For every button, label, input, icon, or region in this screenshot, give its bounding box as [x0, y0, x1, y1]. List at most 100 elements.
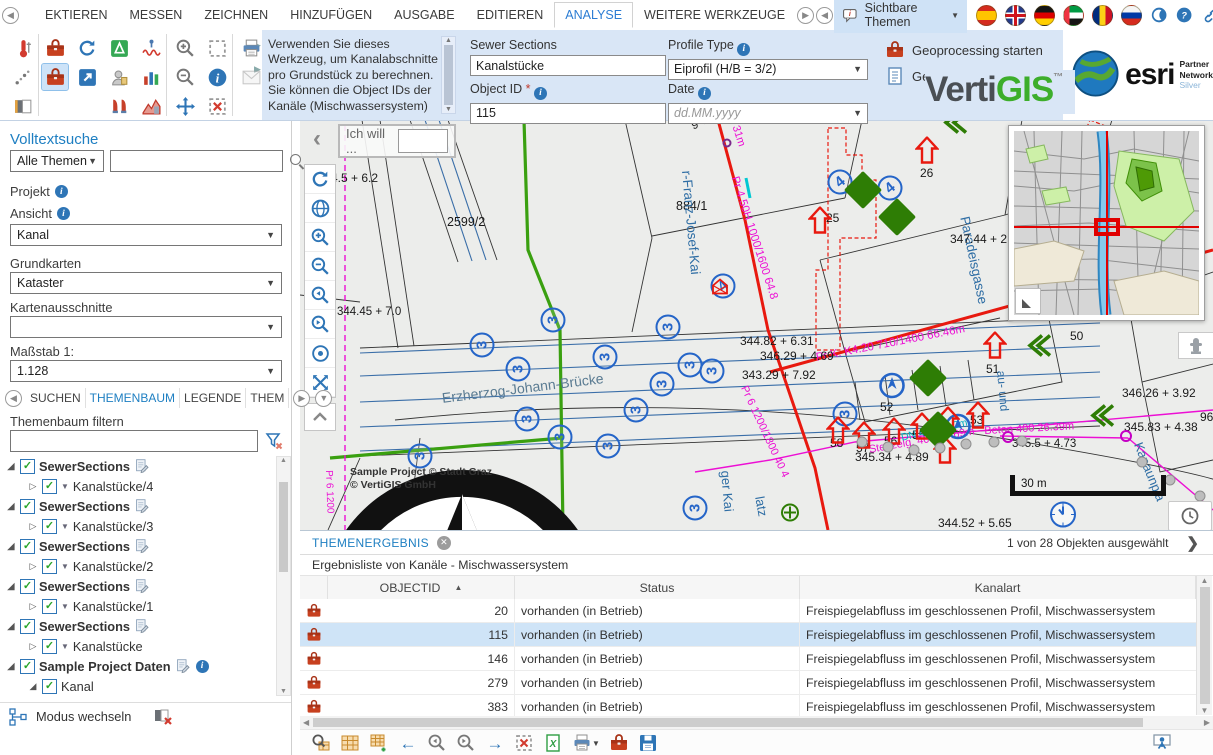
- table-row[interactable]: 20vorhanden (in Betrieb)Freispiegelabflu…: [300, 599, 1196, 623]
- map-viewport[interactable]: ‹ Ich will ...: [300, 120, 1213, 530]
- tree-item-kanal[interactable]: ◢✓Kanal: [2, 676, 274, 696]
- view-select[interactable]: Kanal▼: [10, 224, 282, 246]
- search-scope-select[interactable]: Alle Themen▼: [10, 150, 104, 172]
- menu-scroll-right-icon[interactable]: ▶: [797, 7, 814, 24]
- tree-item-kanalst-cke-3[interactable]: ▷✓▼Kanalstücke/3: [2, 516, 274, 536]
- presentation-button[interactable]: [1151, 732, 1173, 754]
- flag-ro-icon[interactable]: [1092, 5, 1113, 26]
- tool-share[interactable]: [74, 64, 100, 90]
- tab-suchen[interactable]: SUCHEN: [26, 388, 86, 408]
- collapsed-icon[interactable]: ▷: [28, 601, 38, 612]
- map-tool-mzprev[interactable]: [305, 281, 335, 310]
- menu-overflow-icon[interactable]: ◀: [816, 7, 833, 24]
- tool-info[interactable]: i: [204, 64, 230, 90]
- profile-type-select[interactable]: Eiprofil (H/B = 3/2)▼: [668, 59, 868, 80]
- tool-refresh[interactable]: [74, 35, 100, 61]
- hydrant-widget-button[interactable]: [1178, 332, 1213, 359]
- row-toolbox-icon[interactable]: [300, 599, 328, 622]
- sewer-sections-field[interactable]: [470, 55, 666, 76]
- result-tool-back[interactable]: ←: [397, 732, 419, 754]
- expanded-icon[interactable]: ◢: [6, 461, 16, 472]
- tool-person[interactable]: [106, 64, 132, 90]
- tool-toolbox-selected[interactable]: [42, 64, 68, 90]
- expanded-icon[interactable]: ◢: [6, 581, 16, 592]
- column-header-kanalart[interactable]: Kanalart: [800, 576, 1196, 599]
- info-icon[interactable]: i: [55, 185, 68, 198]
- checkbox-checked[interactable]: ✓: [42, 519, 57, 534]
- table-row[interactable]: 115vorhanden (in Betrieb)Freispiegelabfl…: [300, 623, 1196, 647]
- flag-de-icon[interactable]: [1034, 5, 1055, 26]
- expanded-icon[interactable]: ◢: [6, 661, 16, 672]
- tree-item-sewersections[interactable]: ◢✓SewerSections: [2, 496, 274, 516]
- sewer-sections-input[interactable]: [476, 59, 660, 73]
- menu-scroll-left-icon[interactable]: ◀: [2, 7, 19, 24]
- expanded-icon[interactable]: ◢: [28, 681, 38, 692]
- checkbox-checked[interactable]: ✓: [42, 559, 57, 574]
- flag-gb-icon[interactable]: [1005, 5, 1026, 26]
- column-header-objectid[interactable]: OBJECTID▲: [328, 576, 515, 599]
- tab-legende[interactable]: LEGENDE: [180, 388, 246, 408]
- tool-zout[interactable]: [172, 64, 198, 90]
- tree-item-sewersections[interactable]: ◢✓SewerSections: [2, 536, 274, 556]
- column-header-status[interactable]: Status: [515, 576, 800, 599]
- flag-ae-icon[interactable]: [1063, 5, 1084, 26]
- expanded-icon[interactable]: ◢: [6, 541, 16, 552]
- map-tool-mznext[interactable]: [305, 310, 335, 339]
- results-vertical-scrollbar[interactable]: ▲▼: [1196, 576, 1212, 715]
- tool-mount[interactable]: [138, 93, 164, 119]
- info-icon[interactable]: i: [57, 207, 70, 220]
- map-toolbar-collapse-button[interactable]: [304, 403, 336, 431]
- map-tool-refresh[interactable]: [305, 165, 335, 194]
- tool-print[interactable]: [238, 35, 264, 61]
- tree-item-kanalst-cke[interactable]: ▷✓▼Kanalstücke: [2, 636, 274, 656]
- menu-item-zeichnen[interactable]: ZEICHNEN: [193, 2, 279, 28]
- menu-item-hinzuf-gen[interactable]: HINZUFÜGEN: [279, 2, 383, 28]
- clear-filter-icon[interactable]: [264, 431, 284, 451]
- tool-shoes[interactable]: [106, 93, 132, 119]
- date-select[interactable]: dd.MM.yyyy▼: [668, 103, 868, 124]
- close-icon[interactable]: ✕: [437, 536, 451, 550]
- tree-scrollbar[interactable]: ▲▼: [276, 456, 291, 696]
- result-tool-toolbox[interactable]: [608, 732, 630, 754]
- result-tool-excel[interactable]: X: [542, 732, 564, 754]
- result-tool-tbl[interactable]: [339, 732, 361, 754]
- tool-dots[interactable]: [10, 64, 36, 90]
- result-tool-tbladd[interactable]: [368, 732, 390, 754]
- tree-item-sewersections[interactable]: ◢✓SewerSections: [2, 616, 274, 636]
- i-want-to-input[interactable]: [398, 129, 448, 153]
- collapsed-icon[interactable]: ▷: [28, 641, 38, 652]
- tool-bar[interactable]: [138, 64, 164, 90]
- collapse-sidebar-icon[interactable]: ‹: [304, 128, 330, 154]
- menu-item-editieren[interactable]: EDITIEREN: [466, 2, 555, 28]
- checkbox-checked[interactable]: ✓: [20, 579, 35, 594]
- row-toolbox-icon[interactable]: [300, 647, 328, 670]
- table-row[interactable]: 279vorhanden (in Betrieb)Freispiegelabfl…: [300, 671, 1196, 695]
- tree-filter-input[interactable]: [10, 430, 258, 452]
- checkbox-checked[interactable]: ✓: [42, 639, 57, 654]
- tabs-overflow-icon[interactable]: ▼: [315, 390, 332, 407]
- tree-item-kanalst-cke-2[interactable]: ▷✓▼Kanalstücke/2: [2, 556, 274, 576]
- tool-thermo[interactable]: [10, 35, 36, 61]
- night-mode-icon[interactable]: [1151, 5, 1167, 25]
- tool-squig[interactable]: [138, 35, 164, 61]
- map-tool-target[interactable]: [305, 339, 335, 368]
- share-link-icon[interactable]: [1202, 5, 1213, 25]
- remove-swipe-icon[interactable]: [153, 707, 175, 727]
- row-toolbox-icon[interactable]: [300, 623, 328, 646]
- collapse-results-icon[interactable]: ❯: [1186, 534, 1199, 552]
- tree-item-kanalst-cke-4[interactable]: ▷✓▼Kanalstücke/4: [2, 476, 274, 496]
- map-tool-mzin[interactable]: [305, 223, 335, 252]
- start-geoprocessing-button[interactable]: Geoprocessing starten: [885, 40, 1043, 60]
- expanded-icon[interactable]: ◢: [6, 621, 16, 632]
- tabs-scroll-left-icon[interactable]: ◀: [5, 390, 22, 407]
- collapsed-icon[interactable]: ▷: [28, 481, 38, 492]
- menu-item-messen[interactable]: MESSEN: [119, 2, 194, 28]
- overview-map[interactable]: [1008, 125, 1205, 321]
- tool-move[interactable]: [172, 93, 198, 119]
- switch-mode-row[interactable]: Modus wechseln: [0, 702, 291, 730]
- map-tool-globe[interactable]: [305, 194, 335, 223]
- help-icon[interactable]: ?: [1176, 5, 1192, 25]
- checkbox-checked[interactable]: ✓: [20, 539, 35, 554]
- tool-delsel[interactable]: [204, 93, 230, 119]
- checkbox-checked[interactable]: ✓: [42, 479, 57, 494]
